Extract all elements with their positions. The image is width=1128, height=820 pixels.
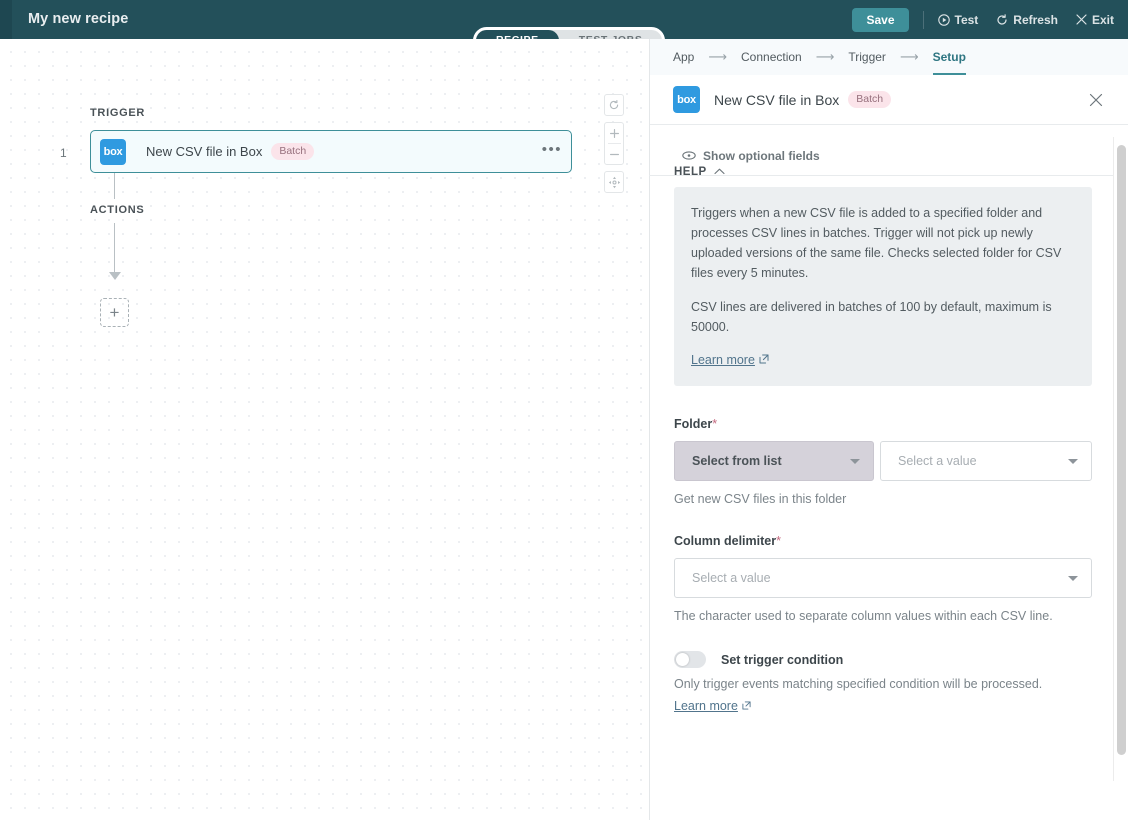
zoom-controls	[604, 122, 624, 165]
help-paragraph: Triggers when a new CSV file is added to…	[691, 203, 1075, 283]
zoom-out-button[interactable]	[604, 144, 624, 164]
help-section-label: HELP	[674, 166, 707, 178]
arrow-right-icon: ⟶	[708, 49, 727, 65]
arrow-down-icon	[109, 272, 121, 280]
delimiter-select[interactable]: Select a value	[674, 558, 1092, 598]
fit-to-screen-icon	[604, 172, 624, 192]
page-title: My new recipe	[28, 11, 128, 27]
toggle-knob	[676, 653, 689, 666]
delimiter-field-hint: The character used to separate column va…	[674, 609, 1092, 623]
folder-value-placeholder: Select a value	[898, 454, 977, 468]
fit-to-screen-button[interactable]	[604, 171, 624, 193]
breadcrumb-item-setup[interactable]: Setup	[933, 39, 966, 75]
topbar-actions: Save Test Refresh	[852, 0, 1114, 39]
reset-view-icon	[604, 95, 624, 115]
delimiter-field-label: Column delimiter*	[674, 534, 1092, 548]
save-button[interactable]: Save	[852, 8, 908, 32]
batch-badge: Batch	[848, 91, 891, 108]
step-menu-button[interactable]: •••	[542, 142, 562, 162]
folder-field-label: Folder*	[674, 417, 1092, 431]
folder-mode-select[interactable]: Select from list	[674, 441, 874, 481]
set-trigger-condition-toggle[interactable]	[674, 651, 706, 668]
chevron-down-icon	[1068, 459, 1078, 464]
panel-scrollbar-thumb[interactable]	[1117, 145, 1126, 755]
required-marker: *	[712, 417, 717, 431]
box-app-icon: box	[100, 139, 126, 165]
canvas-controls	[604, 94, 624, 199]
exit-button[interactable]: Exit	[1076, 13, 1114, 27]
divider	[923, 11, 924, 29]
help-content: Triggers when a new CSV file is added to…	[674, 187, 1092, 386]
topbar-left-edge	[0, 0, 12, 39]
trigger-condition-row: Set trigger condition	[674, 651, 1092, 668]
refresh-label: Refresh	[1013, 13, 1058, 27]
reset-view-button[interactable]	[604, 94, 624, 116]
arrow-right-icon: ⟶	[900, 49, 919, 65]
breadcrumb-item-app[interactable]: App	[673, 39, 694, 75]
batch-badge: Batch	[271, 143, 314, 160]
arrow-right-icon: ⟶	[816, 49, 835, 65]
chevron-down-icon	[850, 459, 860, 464]
exit-label: Exit	[1092, 13, 1114, 27]
zoom-in-button[interactable]	[604, 123, 624, 143]
breadcrumb-item-trigger[interactable]: Trigger	[848, 39, 886, 75]
trigger-step-card[interactable]: box New CSV file in Box Batch •••	[90, 130, 572, 173]
panel-header: box New CSV file in Box Batch	[650, 75, 1128, 124]
panel-scrollbar-track[interactable]	[1113, 137, 1128, 781]
refresh-button[interactable]: Refresh	[996, 13, 1058, 27]
folder-field-hint: Get new CSV files in this folder	[674, 492, 1092, 506]
step-number: 1	[60, 146, 67, 160]
add-step-button[interactable]: +	[100, 298, 129, 327]
set-trigger-condition-label: Set trigger condition	[721, 653, 843, 667]
close-icon	[1076, 14, 1087, 25]
folder-mode-value: Select from list	[692, 454, 782, 468]
chevron-up-icon	[714, 166, 725, 178]
external-link-icon	[759, 353, 769, 367]
required-marker: *	[776, 534, 781, 548]
trigger-step-title: New CSV file in Box	[146, 144, 262, 159]
help-paragraph: CSV lines are delivered in batches of 10…	[691, 297, 1075, 337]
top-bar: My new recipe RECIPE TEST JOBS Save Test	[0, 0, 1128, 39]
external-link-icon	[742, 699, 751, 713]
trigger-condition-learn-more-label: Learn more	[674, 699, 738, 713]
delimiter-label-text: Column delimiter	[674, 534, 776, 548]
box-app-icon: box	[673, 86, 700, 113]
divider	[650, 124, 1128, 125]
trigger-condition-learn-more-link[interactable]: Learn more	[674, 699, 751, 713]
help-section-toggle[interactable]: HELP	[674, 166, 1092, 178]
test-button[interactable]: Test	[938, 13, 979, 27]
help-learn-more-label: Learn more	[691, 353, 755, 367]
panel-title: New CSV file in Box	[714, 92, 839, 108]
connector-line	[114, 173, 115, 199]
trigger-section-label: TRIGGER	[90, 107, 145, 119]
test-label: Test	[955, 13, 979, 27]
folder-value-select[interactable]: Select a value	[880, 441, 1092, 481]
folder-label-text: Folder	[674, 417, 712, 431]
connector-arrow-line	[114, 223, 115, 273]
breadcrumb: App ⟶ Connection ⟶ Trigger ⟶ Setup	[650, 39, 1128, 75]
recipe-canvas[interactable]: TRIGGER 1 box New CSV file in Box Batch …	[0, 39, 649, 820]
breadcrumb-item-connection[interactable]: Connection	[741, 39, 802, 75]
close-panel-button[interactable]	[1087, 91, 1105, 109]
delimiter-placeholder: Select a value	[692, 571, 771, 585]
help-learn-more-link[interactable]: Learn more	[691, 353, 769, 367]
panel-scroll-body: HELP Triggers when a new CSV file is add…	[649, 137, 1127, 781]
refresh-icon	[996, 14, 1008, 26]
trigger-condition-description: Only trigger events matching specified c…	[674, 677, 1092, 691]
actions-section-label: ACTIONS	[90, 204, 144, 216]
folder-field-row: Select from list Select a value	[674, 441, 1092, 481]
chevron-down-icon	[1068, 576, 1078, 581]
play-circle-icon	[938, 14, 950, 26]
